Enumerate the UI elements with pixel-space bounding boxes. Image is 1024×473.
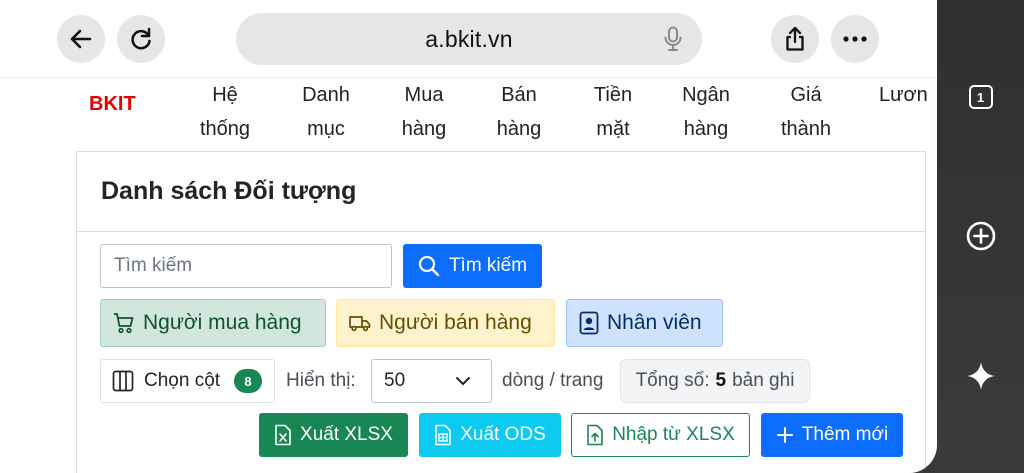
- page-title: Danh sách Đối tượng: [101, 177, 357, 205]
- rows-per-page-label: dòng / trang: [502, 370, 604, 391]
- arrow-left-icon: [70, 29, 92, 49]
- sparkle-icon: [966, 362, 995, 390]
- page-size-value: 50: [384, 370, 406, 391]
- total-records: Tổng số: 5 bản ghi: [620, 359, 810, 403]
- browser-window: a.bkit.vn BKIT Hệ thống Danh mục Mua hàn…: [0, 0, 937, 473]
- columns-count-badge: 8: [234, 369, 263, 393]
- filter-buyer-label: Người mua hàng: [143, 311, 302, 334]
- nav-item-ngan-hang[interactable]: Ngân hàng: [675, 78, 737, 146]
- plus-icon: [776, 427, 793, 443]
- chevron-down-icon: [456, 377, 470, 385]
- side-rail: 1: [937, 0, 1024, 473]
- address-bar[interactable]: a.bkit.vn: [236, 13, 702, 65]
- nav-item-gia-thanh[interactable]: Giá thành: [775, 78, 837, 146]
- add-new-label: Thêm mới: [801, 424, 889, 445]
- import-xlsx-label: Nhập từ XLSX: [612, 424, 735, 445]
- nav-item-mua-hang[interactable]: Mua hàng: [395, 78, 453, 146]
- tab-count-icon: 1: [968, 85, 993, 109]
- nav-item-luong[interactable]: Lươn: [879, 78, 937, 112]
- tabs-button[interactable]: 1: [937, 77, 1024, 117]
- add-new-button[interactable]: Thêm mới: [761, 413, 903, 457]
- url-text: a.bkit.vn: [425, 26, 513, 52]
- nav-item-ban-hang[interactable]: Bán hàng: [490, 78, 548, 146]
- filter-seller-button[interactable]: Người bán hàng: [336, 299, 555, 347]
- export-xlsx-label: Xuất XLSX: [300, 424, 393, 445]
- microphone-icon[interactable]: [664, 26, 682, 57]
- export-xlsx-button[interactable]: Xuất XLSX: [259, 413, 408, 457]
- filter-staff-button[interactable]: Nhân viên: [566, 299, 723, 347]
- search-button-label: Tìm kiếm: [448, 255, 528, 276]
- person-badge-icon: [579, 311, 599, 335]
- share-button[interactable]: [771, 15, 819, 63]
- choose-columns-label: Chọn cột: [144, 370, 221, 391]
- file-upload-icon: [587, 424, 604, 446]
- main-nav: BKIT Hệ thống Danh mục Mua hàng Bán hàng…: [0, 78, 937, 148]
- plus-circle-icon: [966, 221, 995, 251]
- browser-toolbar: a.bkit.vn: [0, 0, 937, 78]
- card-header: Danh sách Đối tượng: [77, 152, 925, 232]
- reload-icon: [131, 27, 151, 50]
- export-ods-button[interactable]: Xuất ODS: [419, 413, 561, 457]
- choose-columns-button[interactable]: Chọn cột 8: [100, 359, 275, 403]
- objects-card: Danh sách Đối tượng Tìm kiếm Tìm kiếm Ng…: [76, 151, 926, 473]
- search-button[interactable]: Tìm kiếm: [403, 244, 542, 288]
- nav-item-tien-mat[interactable]: Tiền mặt: [584, 78, 642, 146]
- ai-assistant-button[interactable]: [937, 356, 1024, 396]
- back-button[interactable]: [57, 15, 105, 63]
- share-icon: [786, 26, 804, 51]
- filter-seller-label: Người bán hàng: [379, 311, 532, 334]
- filter-staff-label: Nhân viên: [607, 311, 702, 334]
- file-spreadsheet-icon: [435, 424, 452, 446]
- search-input[interactable]: Tìm kiếm: [100, 244, 392, 288]
- import-xlsx-button[interactable]: Nhập từ XLSX: [571, 413, 750, 457]
- truck-icon: [349, 316, 371, 332]
- new-tab-button[interactable]: [937, 216, 1024, 256]
- ellipsis-icon: [843, 36, 867, 42]
- cart-icon: [114, 313, 134, 334]
- more-button[interactable]: [831, 15, 879, 63]
- page-size-select[interactable]: 50: [371, 359, 492, 403]
- reload-button[interactable]: [117, 15, 165, 63]
- total-label: Tổng số:: [635, 370, 710, 391]
- total-suffix: bản ghi: [732, 370, 795, 391]
- filter-buyer-button[interactable]: Người mua hàng: [100, 299, 326, 347]
- screen: a.bkit.vn BKIT Hệ thống Danh mục Mua hàn…: [0, 0, 1024, 473]
- search-icon: [418, 255, 440, 277]
- nav-item-he-thong[interactable]: Hệ thống: [194, 78, 256, 146]
- file-excel-icon: [275, 424, 291, 446]
- page-size-label: Hiển thị:: [286, 370, 356, 391]
- brand-logo[interactable]: BKIT: [89, 93, 136, 116]
- columns-icon: [112, 370, 134, 392]
- total-value: 5: [715, 370, 727, 391]
- nav-item-danh-muc[interactable]: Danh mục: [295, 78, 357, 146]
- export-ods-label: Xuất ODS: [460, 424, 546, 445]
